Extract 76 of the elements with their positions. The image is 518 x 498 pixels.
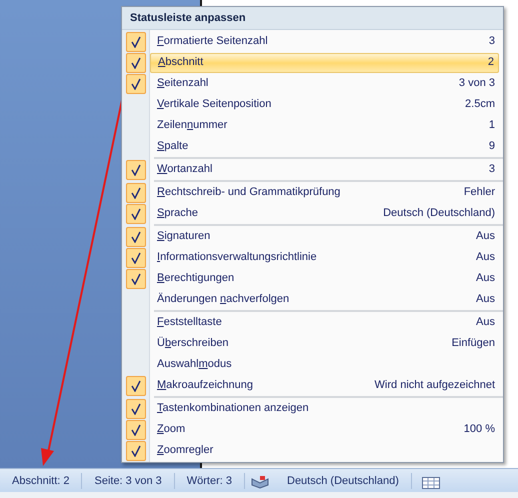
menu-item[interactable]: Vertikale Seitenposition 2.5cm: [122, 94, 503, 115]
menu-item[interactable]: Informationsverwaltungsrichtlinie Aus: [122, 247, 503, 268]
menu-item[interactable]: Auswahlmodus: [122, 354, 503, 375]
menu-item[interactable]: Spalte 9: [122, 136, 503, 157]
menu-item[interactable]: Wortanzahl 3: [122, 159, 503, 180]
item-value: Aus: [476, 250, 495, 266]
item-label: Signaturen: [157, 229, 210, 244]
item-label: Rechtschreib- und Grammatikprüfung: [157, 185, 340, 200]
item-value: Wird nicht aufgezeichnet: [374, 378, 495, 394]
menu-item[interactable]: Feststelltaste Aus: [122, 312, 503, 333]
status-text[interactable]: Seite: 3 von 3: [82, 472, 175, 489]
item-label: Makroaufzeichnung: [157, 378, 254, 394]
item-value: Aus: [476, 292, 495, 308]
checkmark-icon: [131, 36, 141, 48]
checkmark-icon: [131, 424, 141, 436]
item-value: 2: [488, 55, 494, 70]
item-label: Informationsverwaltungsrichtlinie: [157, 250, 317, 266]
checkmark-icon: [131, 78, 141, 90]
item-value: 2.5cm: [465, 97, 495, 112]
menu-item[interactable]: Zoom 100 %: [122, 419, 503, 440]
menu-item[interactable]: Formatierte Seitenzahl 3: [122, 31, 503, 52]
item-label: Wortanzahl: [157, 162, 212, 178]
item-label: Tastenkombinationen anzeigen: [157, 401, 309, 416]
item-value: 100 %: [464, 422, 495, 438]
item-value: Deutsch (Deutschland): [383, 206, 495, 222]
layout-icon[interactable]: [422, 477, 440, 489]
menu-item[interactable]: Berechtigungen Aus: [122, 268, 503, 289]
item-label: Zoomregler: [157, 443, 214, 458]
checkmark-icon: [131, 208, 141, 220]
item-value: 9: [488, 139, 495, 154]
item-label: Seitenzahl: [157, 76, 208, 92]
item-value: Aus: [476, 315, 495, 330]
menu-item[interactable]: Überschreiben Einfügen: [122, 333, 503, 354]
item-label: Überschreiben: [157, 336, 229, 352]
item-value: Aus: [476, 271, 495, 286]
menu-item[interactable]: Seitenzahl 3 von 3: [122, 73, 503, 94]
menu-item[interactable]: Sprache Deutsch (Deutschland): [122, 203, 503, 224]
book-icon[interactable]: [251, 475, 269, 489]
item-value: 1: [488, 118, 495, 134]
item-label: Abschnitt: [158, 55, 204, 70]
checkmark-icon: [131, 56, 141, 68]
item-label: Vertikale Seitenposition: [157, 97, 272, 112]
item-label: Sprache: [157, 206, 198, 222]
checkmark-icon: [131, 402, 141, 414]
checkmark-icon: [131, 380, 141, 392]
menu-item[interactable]: Zeilennummer 1: [122, 115, 503, 136]
status-text[interactable]: Wörter: 3: [174, 472, 245, 489]
item-value: 3: [488, 34, 495, 50]
menu-item[interactable]: Rechtschreib- und Grammatikprüfung Fehler: [122, 182, 503, 203]
checkmark-icon: [131, 444, 141, 456]
status-text[interactable]: Deutsch (Deutschland): [275, 472, 412, 489]
checkmark-icon: [131, 186, 141, 198]
menu-item[interactable]: Signaturen Aus: [122, 226, 503, 247]
item-label: Zoom: [157, 422, 186, 438]
checkmark-icon: [131, 230, 141, 242]
item-value: Einfügen: [452, 336, 495, 352]
item-label: Spalte: [157, 139, 188, 154]
item-label: Auswahlmodus: [157, 357, 232, 372]
status-text[interactable]: Abschnitt: 2: [0, 472, 82, 489]
item-label: Änderungen nachverfolgen: [157, 292, 290, 308]
item-value: Fehler: [464, 185, 495, 200]
checkmark-icon: [131, 164, 141, 176]
menu-item[interactable]: Makroaufzeichnung Wird nicht aufgezeichnet: [122, 375, 503, 396]
item-value: 3 von 3: [458, 76, 495, 92]
item-label: Feststelltaste: [157, 315, 222, 330]
menu-title: Statusleiste anpassen: [122, 7, 503, 30]
item-label: Zeilennummer: [157, 118, 228, 134]
item-label: Formatierte Seitenzahl: [157, 34, 268, 50]
menu-item[interactable]: Änderungen nachverfolgen Aus: [122, 289, 503, 310]
checkmark-icon: [131, 252, 141, 264]
item-label: Berechtigungen: [157, 271, 234, 286]
menu-item[interactable]: Tastenkombinationen anzeigen: [122, 398, 503, 419]
item-value: Aus: [476, 229, 495, 244]
checkmark-icon: [131, 272, 141, 284]
menu-item[interactable]: Zoomregler: [122, 440, 503, 461]
item-value: 3: [488, 162, 495, 178]
